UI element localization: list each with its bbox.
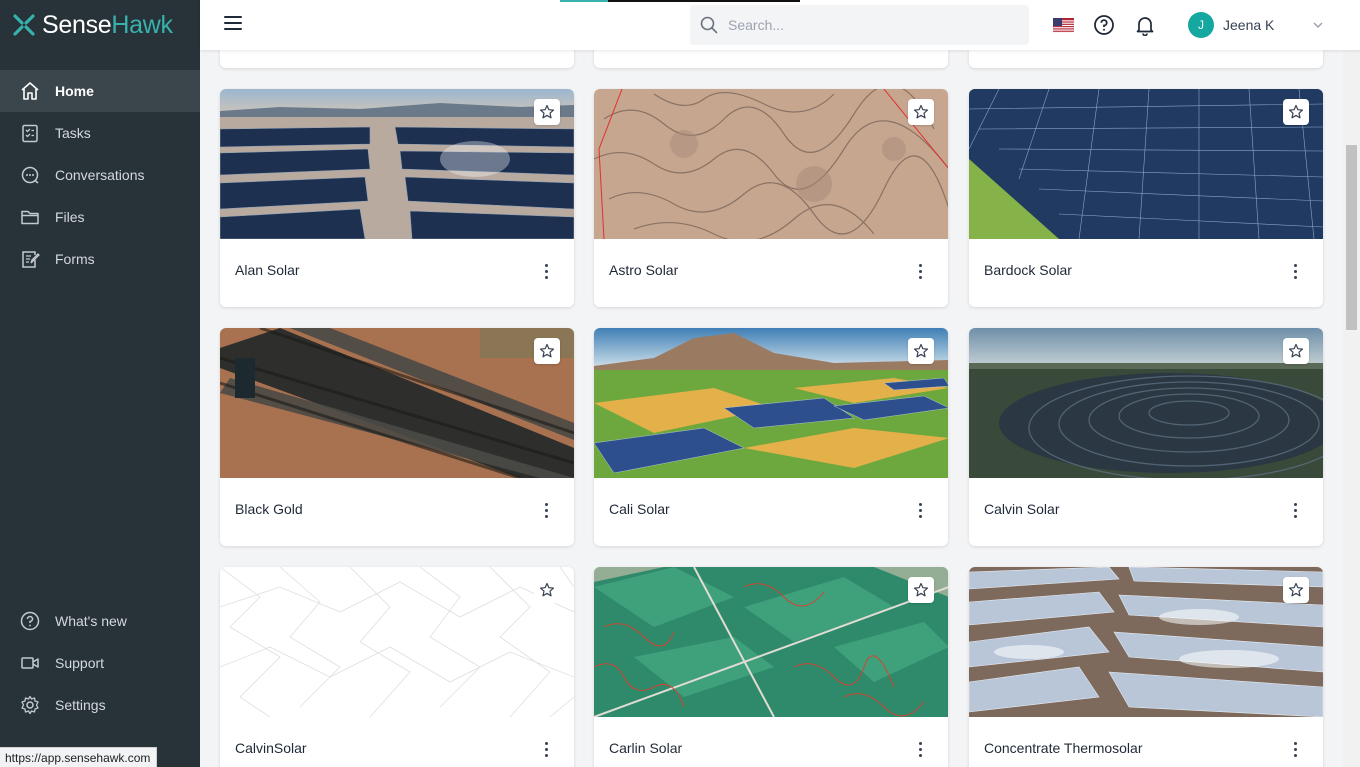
card-image[interactable] (220, 567, 574, 717)
video-icon (20, 653, 40, 673)
favorite-star-icon[interactable] (1283, 577, 1309, 603)
favorite-star-icon[interactable] (534, 99, 560, 125)
home-icon (20, 81, 40, 101)
card-image[interactable] (969, 89, 1323, 239)
sidebar-item-conversations[interactable]: Conversations (0, 154, 200, 196)
sidebar-item-label: What's new (55, 613, 127, 629)
search-input[interactable] (728, 17, 1008, 33)
sensehawk-logo-icon (13, 14, 35, 36)
more-options-icon[interactable] (536, 261, 556, 281)
card-title[interactable]: Calvin Solar (984, 501, 1059, 517)
sites-grid: Alan Solar Astro Solar Bardock Solar Bla… (200, 50, 1343, 767)
sidebar-item-label: Support (55, 655, 105, 671)
forms-icon (20, 249, 40, 269)
top-header: J Jeena K (200, 0, 1360, 50)
favorite-star-icon[interactable] (534, 338, 560, 364)
more-options-icon[interactable] (910, 261, 930, 281)
card-image[interactable] (969, 567, 1323, 717)
sidebar-item-label: Files (55, 209, 85, 225)
card-image[interactable] (594, 328, 948, 478)
help-icon[interactable] (1092, 13, 1116, 37)
card-title[interactable]: Carlin Solar (609, 740, 682, 756)
favorite-star-icon[interactable] (1283, 99, 1309, 125)
favorite-star-icon[interactable] (908, 577, 934, 603)
sidebar-item-label: Tasks (55, 125, 91, 141)
sensehawk-logo[interactable]: SenseHawk (0, 0, 200, 50)
chat-icon (20, 165, 40, 185)
card-image[interactable] (220, 328, 574, 478)
more-options-icon[interactable] (910, 739, 930, 759)
logo-text-sense: Sense (42, 10, 112, 39)
card-title[interactable]: Astro Solar (609, 262, 678, 278)
more-options-icon[interactable] (910, 500, 930, 520)
scrollbar-thumb[interactable] (1346, 145, 1357, 330)
card-title[interactable]: CalvinSolar (235, 740, 307, 756)
site-card[interactable]: CalvinSolar (220, 567, 574, 767)
avatar: J (1188, 12, 1214, 38)
user-menu[interactable]: J Jeena K (1188, 12, 1338, 38)
site-card[interactable]: Concentrate Thermosolar (969, 567, 1323, 767)
sidebar-item-tasks[interactable]: Tasks (0, 112, 200, 154)
site-card[interactable]: Black Gold (220, 328, 574, 546)
sidebar-item-label: Conversations (55, 167, 145, 183)
card-image[interactable] (969, 328, 1323, 478)
card-image[interactable] (594, 567, 948, 717)
card-title[interactable]: Black Gold (235, 501, 303, 517)
more-options-icon[interactable] (1285, 500, 1305, 520)
sidebar: SenseHawk Home Tasks Conversations Files (0, 0, 200, 767)
sidebar-item-whats-new[interactable]: What's new (0, 600, 200, 642)
card-partial[interactable] (969, 50, 1323, 68)
chevron-down-icon (1313, 22, 1323, 29)
status-bar-url: https://app.sensehawk.com (0, 747, 158, 767)
card-title[interactable]: Bardock Solar (984, 262, 1072, 278)
page-scrollbar[interactable] (1343, 50, 1360, 767)
search-box[interactable] (690, 5, 1029, 45)
loading-bar-accent (560, 0, 608, 2)
tasks-icon (20, 123, 40, 143)
favorite-star-icon[interactable] (534, 577, 560, 603)
card-title[interactable]: Cali Solar (609, 501, 670, 517)
user-name: Jeena K (1223, 17, 1275, 33)
main-nav: Home Tasks Conversations Files Forms (0, 70, 200, 280)
sidebar-item-label: Settings (55, 697, 106, 713)
card-image[interactable] (594, 89, 948, 239)
site-card[interactable]: Bardock Solar (969, 89, 1323, 307)
site-card[interactable]: Astro Solar (594, 89, 948, 307)
sidebar-item-forms[interactable]: Forms (0, 238, 200, 280)
more-options-icon[interactable] (1285, 739, 1305, 759)
favorite-star-icon[interactable] (908, 99, 934, 125)
menu-toggle-button[interactable] (224, 16, 242, 32)
favorite-star-icon[interactable] (1283, 338, 1309, 364)
bell-icon[interactable] (1133, 13, 1157, 37)
card-title[interactable]: Concentrate Thermosolar (984, 740, 1142, 756)
more-options-icon[interactable] (536, 739, 556, 759)
logo-text-hawk: Hawk (111, 10, 173, 39)
folder-icon (20, 207, 40, 227)
more-options-icon[interactable] (1285, 261, 1305, 281)
sidebar-bottom-nav: What's new Support Settings (0, 600, 200, 726)
more-options-icon[interactable] (536, 500, 556, 520)
sidebar-item-home[interactable]: Home (0, 70, 200, 112)
sidebar-item-label: Home (55, 83, 94, 99)
site-card[interactable]: Calvin Solar (969, 328, 1323, 546)
sidebar-item-label: Forms (55, 251, 95, 267)
us-flag-icon[interactable] (1051, 13, 1075, 37)
site-card[interactable]: Alan Solar (220, 89, 574, 307)
card-title[interactable]: Alan Solar (235, 262, 300, 278)
card-partial[interactable] (220, 50, 574, 68)
favorite-star-icon[interactable] (908, 338, 934, 364)
sidebar-item-files[interactable]: Files (0, 196, 200, 238)
card-partial[interactable] (594, 50, 948, 68)
site-card[interactable]: Cali Solar (594, 328, 948, 546)
gear-icon (20, 695, 40, 715)
site-card[interactable]: Carlin Solar (594, 567, 948, 767)
card-image[interactable] (220, 89, 574, 239)
sidebar-item-support[interactable]: Support (0, 642, 200, 684)
help-circle-icon (20, 611, 40, 631)
sidebar-item-settings[interactable]: Settings (0, 684, 200, 726)
search-icon (700, 16, 718, 34)
